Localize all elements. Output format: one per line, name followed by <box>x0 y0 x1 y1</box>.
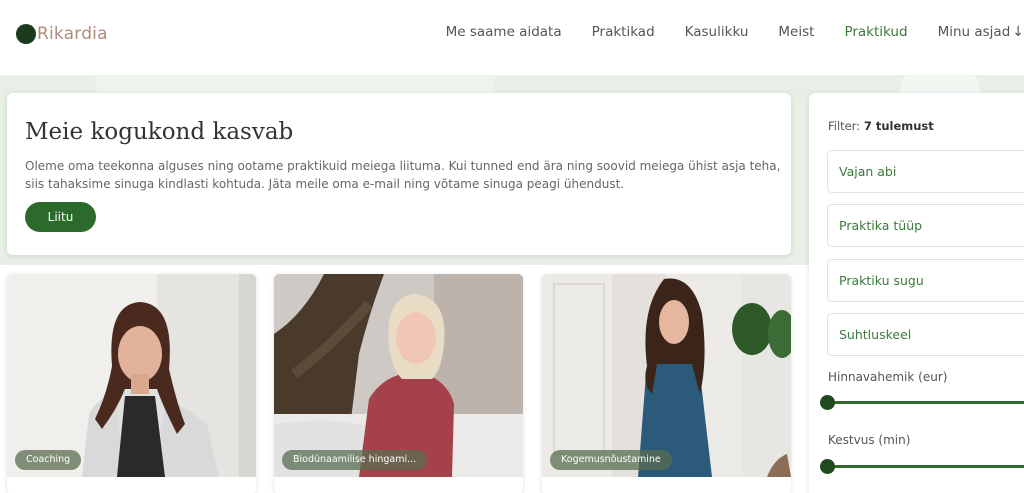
intro-text: Oleme oma teekonna alguses ning ootame p… <box>25 159 781 191</box>
intro-title: Meie kogukond kasvab <box>25 119 294 145</box>
select-suhtluskeel[interactable]: Suhtluskeel <box>827 313 1024 356</box>
nav-item-praktikud[interactable]: Praktikud <box>844 24 907 40</box>
filter-label: Filter: <box>828 119 861 133</box>
practice-tag: Biodünaamilise hingami... <box>282 450 428 470</box>
nav-item-meist[interactable]: Meist <box>778 24 814 40</box>
practitioner-photo <box>274 274 523 477</box>
duration-range-label: Kestvus (min) <box>828 433 911 447</box>
price-range-track[interactable] <box>827 401 1024 404</box>
price-range-handle[interactable] <box>820 395 835 410</box>
site-header: Rikardia Me saame aidata Praktikad Kasul… <box>0 0 1024 75</box>
nav-item-minu-asjad[interactable]: Minu asjad ↓ <box>938 24 1024 40</box>
select-vajan-abi[interactable]: Vajan abi <box>827 150 1024 193</box>
intro-card: Meie kogukond kasvab Oleme oma teekonna … <box>7 93 791 255</box>
select-praktiku-sugu[interactable]: Praktiku sugu <box>827 259 1024 302</box>
nav-item-praktikad[interactable]: Praktikad <box>592 24 655 40</box>
practitioner-card[interactable]: Coaching <box>7 274 256 493</box>
nav-item-me-saame-aidata[interactable]: Me saame aidata <box>446 24 562 40</box>
duration-range-handle[interactable] <box>820 459 835 474</box>
main-nav: Me saame aidata Praktikad Kasulikku Meis… <box>446 24 1024 40</box>
practice-tag: Coaching <box>15 450 82 470</box>
duration-range-track[interactable] <box>827 465 1024 468</box>
filter-result-count: Filter: 7 tulemust <box>828 119 934 133</box>
practitioner-photo <box>7 274 256 477</box>
practitioner-card[interactable]: Biodünaamilise hingami... <box>274 274 523 493</box>
result-count: 7 tulemust <box>863 119 934 133</box>
practice-tag: Kogemusnõustamine <box>550 450 672 470</box>
logo[interactable]: Rikardia <box>16 24 108 44</box>
practitioner-photo <box>542 274 791 477</box>
logo-circle-icon <box>16 24 36 44</box>
select-praktika-tyyp[interactable]: Praktika tüüp <box>827 204 1024 247</box>
price-range-label: Hinnavahemik (eur) <box>828 370 948 384</box>
nav-item-kasulikku[interactable]: Kasulikku <box>685 24 749 40</box>
logo-text: Rikardia <box>37 24 108 44</box>
practitioner-card[interactable]: Kogemusnõustamine <box>542 274 791 493</box>
join-button[interactable]: Liitu <box>25 202 96 232</box>
filter-panel: Filter: 7 tulemust Vajan abi Praktika tü… <box>809 93 1024 493</box>
nav-item-label: Minu asjad <box>937 24 1011 40</box>
arrow-down-icon: ↓ <box>1012 24 1024 40</box>
